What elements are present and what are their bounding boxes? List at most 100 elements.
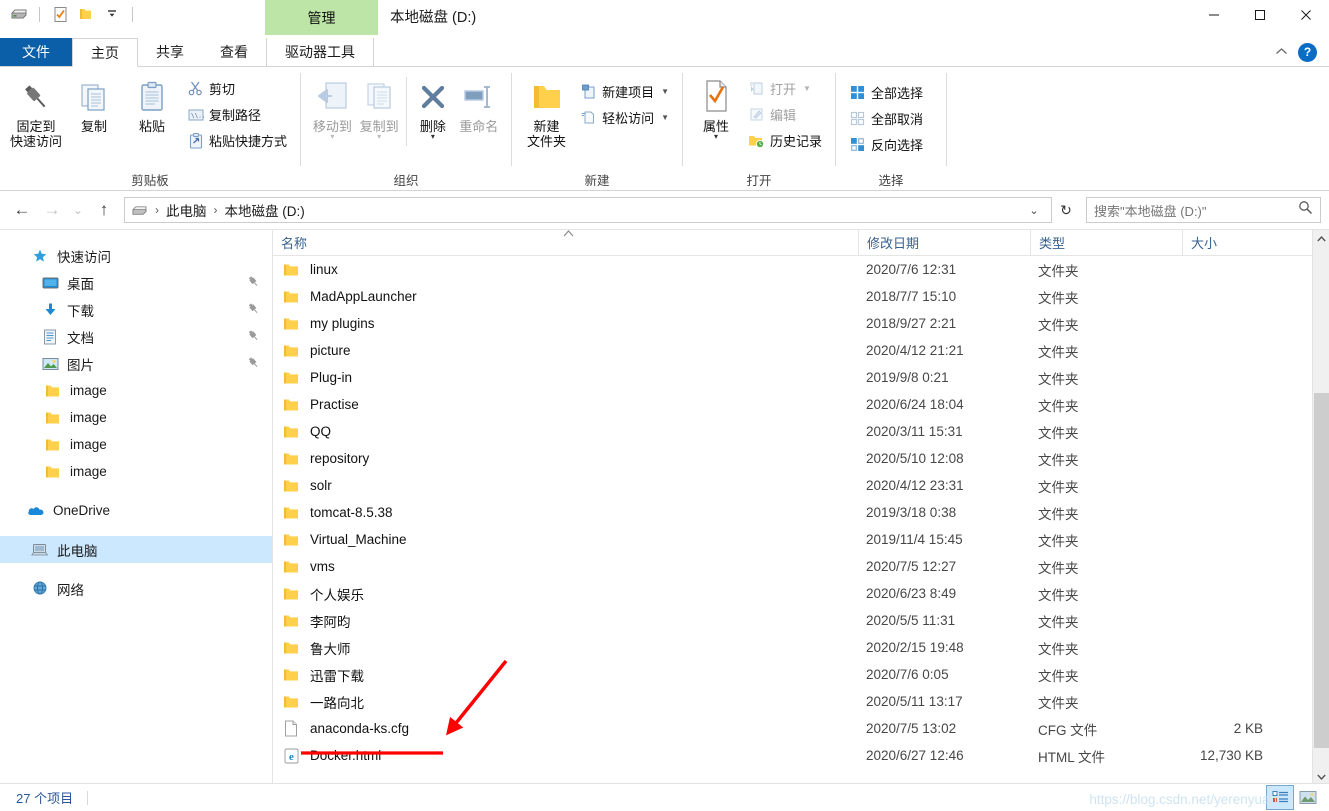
table-row[interactable]: QQ 2020/3/11 15:31 文件夹 bbox=[273, 418, 1329, 445]
breadcrumb-item-this-pc[interactable]: 此电脑 bbox=[164, 200, 209, 220]
table-row[interactable]: 鲁大师 2020/2/15 19:48 文件夹 bbox=[273, 634, 1329, 661]
file-name-cell[interactable]: solr bbox=[273, 477, 858, 495]
chevron-down-icon[interactable]: ▼ bbox=[661, 113, 669, 122]
ribbon-button-copy[interactable]: 复制 bbox=[66, 73, 122, 134]
sidebar-item-documents[interactable]: 文档 bbox=[0, 323, 272, 350]
table-row[interactable]: MadAppLauncher 2018/7/7 15:10 文件夹 bbox=[273, 283, 1329, 310]
search-box[interactable]: 搜索"本地磁盘 (D:)" bbox=[1086, 197, 1321, 223]
table-row[interactable]: 一路向北 2020/5/11 13:17 文件夹 bbox=[273, 688, 1329, 715]
forward-button[interactable]: → bbox=[38, 196, 66, 224]
table-row[interactable]: anaconda-ks.cfg 2020/7/5 13:02 CFG 文件 2 KB bbox=[273, 715, 1329, 742]
tab-view[interactable]: 查看 bbox=[202, 38, 266, 66]
file-name-cell[interactable]: linux bbox=[273, 261, 858, 279]
ribbon-button-paste[interactable]: 粘贴 bbox=[124, 73, 180, 134]
tab-home[interactable]: 主页 bbox=[72, 38, 138, 67]
pin-icon[interactable] bbox=[247, 275, 260, 291]
ribbon-button-easy-access[interactable]: 轻松访问 ▼ bbox=[575, 105, 674, 130]
collapse-ribbon-button[interactable] bbox=[1275, 45, 1288, 59]
file-name-cell[interactable]: my plugins bbox=[273, 315, 858, 333]
sidebar-item-pictures[interactable]: 图片 bbox=[0, 350, 272, 377]
ribbon-button-properties[interactable]: 属性 ▾ bbox=[691, 73, 741, 141]
ribbon-button-pin-to-quick-access[interactable]: 固定到 快速访问 bbox=[8, 73, 64, 149]
table-row[interactable]: e Docker.html 2020/6/27 12:46 HTML 文件 12,730… bbox=[273, 742, 1329, 769]
file-name-cell[interactable]: QQ bbox=[273, 423, 858, 441]
ribbon-button-rename[interactable]: 重命名 bbox=[455, 73, 503, 134]
file-name-cell[interactable]: 鲁大师 bbox=[273, 638, 858, 658]
scroll-up-button[interactable] bbox=[1313, 230, 1329, 247]
recent-locations-button[interactable]: ⌄ bbox=[68, 196, 88, 224]
file-name-cell[interactable]: 个人娱乐 bbox=[273, 584, 858, 604]
chevron-down-icon[interactable]: ⌄ bbox=[1023, 198, 1045, 222]
table-row[interactable]: 个人娱乐 2020/6/23 8:49 文件夹 bbox=[273, 580, 1329, 607]
back-button[interactable]: ← bbox=[8, 196, 36, 224]
breadcrumb[interactable]: › 此电脑 › 本地磁盘 (D:) ⌄ bbox=[124, 197, 1052, 223]
drive-icon[interactable] bbox=[6, 2, 32, 26]
file-name-cell[interactable]: Plug-in bbox=[273, 369, 858, 387]
file-name-cell[interactable]: e Docker.html bbox=[273, 747, 858, 765]
new-folder-icon[interactable] bbox=[73, 2, 99, 26]
tab-share[interactable]: 共享 bbox=[138, 38, 202, 66]
ribbon-button-invert-selection[interactable]: 反向选择 bbox=[844, 132, 928, 157]
sidebar-item-image-2[interactable]: image bbox=[0, 404, 272, 431]
help-button[interactable]: ? bbox=[1298, 42, 1317, 62]
ribbon-button-new-folder[interactable]: 新建 文件夹 bbox=[520, 73, 573, 149]
scrollbar-thumb[interactable] bbox=[1314, 393, 1329, 748]
table-row[interactable]: 迅雷下载 2020/7/6 0:05 文件夹 bbox=[273, 661, 1329, 688]
ribbon-button-copy-to[interactable]: 复制到 ▾ bbox=[356, 73, 403, 141]
ribbon-button-cut[interactable]: 剪切 bbox=[182, 76, 292, 101]
minimize-button[interactable] bbox=[1191, 0, 1237, 30]
customize-dropdown-icon[interactable] bbox=[99, 2, 125, 26]
file-name-cell[interactable]: picture bbox=[273, 342, 858, 360]
details-view-button[interactable] bbox=[1266, 785, 1294, 810]
table-row[interactable]: Virtual_Machine 2019/11/4 15:45 文件夹 bbox=[273, 526, 1329, 553]
pin-icon[interactable] bbox=[247, 356, 260, 372]
table-row[interactable]: linux 2020/7/6 12:31 文件夹 bbox=[273, 256, 1329, 283]
ribbon-button-new-item[interactable]: 新建项目 ▼ bbox=[575, 79, 674, 104]
ribbon-button-move-to[interactable]: 移动到 ▾ bbox=[309, 73, 356, 141]
table-row[interactable]: my plugins 2018/9/27 2:21 文件夹 bbox=[273, 310, 1329, 337]
ribbon-button-delete[interactable]: 删除 ▾ bbox=[411, 73, 454, 141]
table-row[interactable]: solr 2020/4/12 23:31 文件夹 bbox=[273, 472, 1329, 499]
vertical-scrollbar[interactable] bbox=[1312, 230, 1329, 785]
large-icons-view-button[interactable] bbox=[1295, 786, 1321, 809]
ribbon-button-select-none[interactable]: 全部取消 bbox=[844, 106, 928, 131]
sidebar-item-image-3[interactable]: image bbox=[0, 431, 272, 458]
table-row[interactable]: vms 2020/7/5 12:27 文件夹 bbox=[273, 553, 1329, 580]
close-button[interactable] bbox=[1283, 0, 1329, 30]
table-row[interactable]: Practise 2020/6/24 18:04 文件夹 bbox=[273, 391, 1329, 418]
file-name-cell[interactable]: vms bbox=[273, 558, 858, 576]
table-row[interactable]: Plug-in 2019/9/8 0:21 文件夹 bbox=[273, 364, 1329, 391]
sidebar-item-desktop[interactable]: 桌面 bbox=[0, 269, 272, 296]
chevron-down-icon[interactable]: ▾ bbox=[431, 133, 435, 141]
sidebar-item-downloads[interactable]: 下载 bbox=[0, 296, 272, 323]
file-name-cell[interactable]: tomcat-8.5.38 bbox=[273, 504, 858, 522]
file-name-cell[interactable]: repository bbox=[273, 450, 858, 468]
table-row[interactable]: 李阿昀 2020/5/5 11:31 文件夹 bbox=[273, 607, 1329, 634]
file-name-cell[interactable]: Virtual_Machine bbox=[273, 531, 858, 549]
ribbon-button-open[interactable]: 打开 ▼ bbox=[743, 76, 827, 101]
contextual-tab-manage[interactable]: 管理 bbox=[265, 0, 378, 35]
ribbon-button-history[interactable]: 历史记录 bbox=[743, 128, 827, 153]
sidebar-item-this-pc[interactable]: 此电脑 bbox=[0, 536, 272, 563]
pin-icon[interactable] bbox=[247, 302, 260, 318]
ribbon-button-copy-path[interactable]: \\.. 复制路径 bbox=[182, 102, 292, 127]
up-button[interactable]: ↑ bbox=[90, 196, 118, 224]
file-name-cell[interactable]: 迅雷下载 bbox=[273, 665, 858, 685]
maximize-button[interactable] bbox=[1237, 0, 1283, 30]
chevron-down-icon[interactable]: ▼ bbox=[661, 87, 669, 96]
refresh-button[interactable]: ↻ bbox=[1054, 197, 1078, 223]
column-header-date-modified[interactable]: 修改日期 bbox=[858, 230, 1030, 256]
sidebar-item-image-4[interactable]: image bbox=[0, 458, 272, 485]
table-row[interactable]: picture 2020/4/12 21:21 文件夹 bbox=[273, 337, 1329, 364]
tab-file[interactable]: 文件 bbox=[0, 38, 72, 66]
file-name-cell[interactable]: 李阿昀 bbox=[273, 611, 858, 631]
sidebar-item-network[interactable]: 网络 bbox=[0, 575, 272, 602]
file-name-cell[interactable]: Practise bbox=[273, 396, 858, 414]
search-icon[interactable] bbox=[1298, 200, 1313, 220]
table-row[interactable]: tomcat-8.5.38 2019/3/18 0:38 文件夹 bbox=[273, 499, 1329, 526]
sidebar-item-image-1[interactable]: image bbox=[0, 377, 272, 404]
chevron-down-icon[interactable]: ▾ bbox=[377, 133, 381, 141]
chevron-down-icon[interactable]: ▾ bbox=[714, 133, 718, 141]
chevron-down-icon[interactable]: ▼ bbox=[803, 84, 811, 93]
chevron-down-icon[interactable]: ▾ bbox=[330, 133, 334, 141]
